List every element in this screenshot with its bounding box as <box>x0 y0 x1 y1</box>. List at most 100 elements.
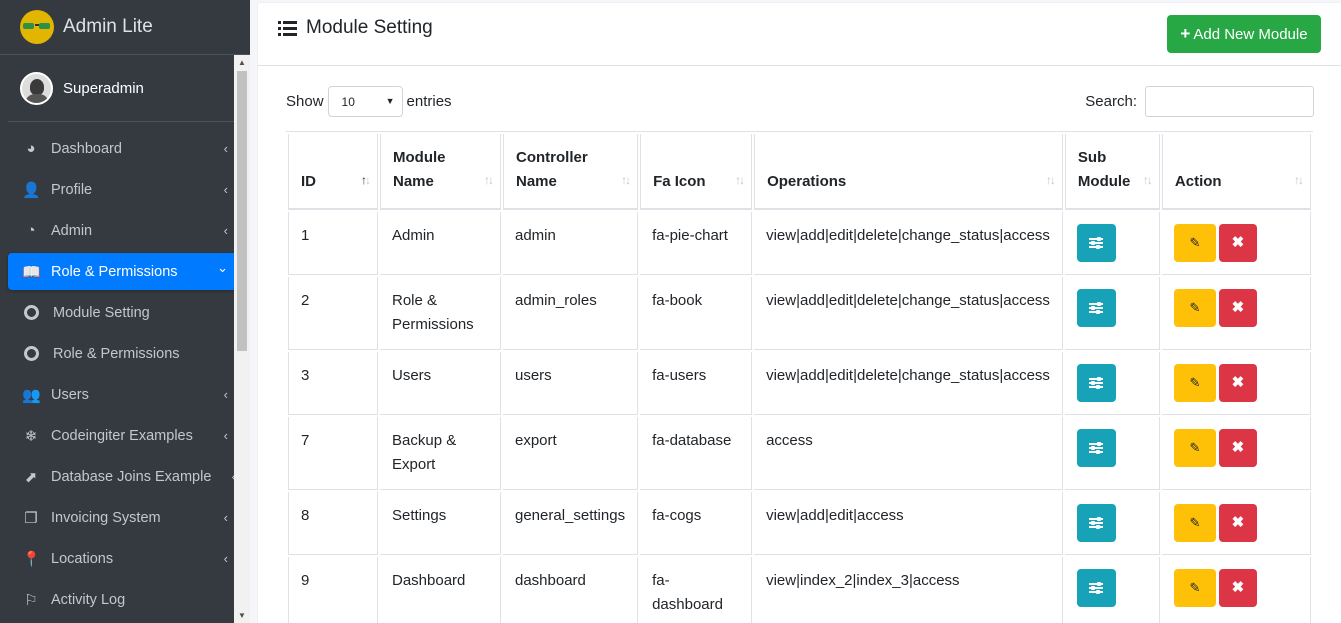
edit-icon: ✎ <box>1189 515 1201 530</box>
edit-button[interactable]: ✎ <box>1173 224 1216 262</box>
cell-sub-module <box>1064 417 1160 490</box>
sidebar-item-users[interactable]: 👥 Users ‹ <box>8 376 242 413</box>
edit-icon: ✎ <box>1189 235 1201 250</box>
cell-fa-icon: fa-dashboard <box>640 557 753 623</box>
delete-button[interactable]: ✖ <box>1218 224 1257 262</box>
sidebar-item-label: Users <box>51 386 89 403</box>
close-icon: ✖ <box>1231 234 1245 251</box>
brand-link[interactable]: Admin Lite <box>0 0 250 55</box>
sidebar-item-invoicing-system[interactable]: ❐ Invoicing System ‹ <box>8 499 242 536</box>
table-header-row: ID ↑↓ Module Name ↑↓ Controller Name ↑↓ Fa … <box>288 134 1311 210</box>
edit-button[interactable]: ✎ <box>1173 289 1216 327</box>
edit-icon: ✎ <box>1189 440 1201 455</box>
sub-module-button[interactable] <box>1076 364 1116 402</box>
map-pin-icon: 📍 <box>22 550 41 568</box>
edit-button[interactable]: ✎ <box>1173 504 1216 542</box>
brand-logo <box>20 10 54 44</box>
sidebar-item-dashboard[interactable]: ◕ Dashboard ‹ <box>8 130 242 167</box>
edit-button[interactable]: ✎ <box>1173 429 1216 467</box>
edit-button[interactable]: ✎ <box>1173 364 1216 402</box>
cell-module-name: Backup & Export <box>380 417 501 490</box>
sub-module-button[interactable] <box>1076 289 1116 327</box>
column-header-fa-icon[interactable]: Fa Icon ↑↓ <box>640 134 753 210</box>
sidebar-item-label: Locations <box>51 550 114 567</box>
cell-controller-name: general_settings <box>503 492 639 555</box>
chevron-left-icon: ‹ <box>223 223 228 238</box>
delete-button[interactable]: ✖ <box>1218 504 1257 542</box>
cell-action: ✎ ✖ <box>1162 557 1311 623</box>
table-controls: Show 10 ▼ entries Search: <box>286 86 1314 120</box>
sidebar-item-label: Activity Log <box>51 591 126 608</box>
column-header-sub-module[interactable]: Sub Module ↑↓ <box>1064 134 1160 210</box>
sidebar-scrollbar[interactable]: ▲ ▼ <box>234 55 250 623</box>
add-new-module-button[interactable]: + Add New Module <box>1167 15 1321 53</box>
pie-chart-icon: ◔ <box>26 222 36 239</box>
delete-button[interactable]: ✖ <box>1218 429 1257 467</box>
chevron-left-icon: ‹ <box>223 510 228 525</box>
sort-icon: ↑↓ <box>621 173 631 187</box>
tachometer-icon: ◕ <box>26 140 36 157</box>
sidebar-item-locations[interactable]: 📍 Locations ‹ <box>8 540 242 577</box>
column-header-operations[interactable]: Operations ↑↓ <box>754 134 1063 210</box>
sub-module-button[interactable] <box>1076 569 1116 607</box>
external-link-icon: ⬈ <box>24 468 38 486</box>
sliders-icon <box>1089 377 1104 389</box>
cell-action: ✎ ✖ <box>1161 492 1311 555</box>
edit-button[interactable]: ✎ <box>1173 569 1216 607</box>
sidebar: Admin Lite Superadmin ◕ Dashboard ‹ 👤 Pr… <box>0 0 250 623</box>
sort-asc-icon: ↑↓ <box>361 173 371 187</box>
cell-id: 2 <box>288 277 378 350</box>
delete-button[interactable]: ✖ <box>1218 289 1257 327</box>
sub-module-button[interactable] <box>1076 224 1116 262</box>
edit-icon: ✎ <box>1189 375 1201 390</box>
entries-value: 10 <box>341 94 355 109</box>
sidebar-item-admin[interactable]: ◔ Admin ‹ <box>8 212 242 249</box>
sliders-icon <box>1089 237 1104 249</box>
sidebar-item-label: Role & Permissions <box>53 345 180 362</box>
scroll-down-icon[interactable]: ▼ <box>238 611 246 620</box>
book-icon: 📖 <box>22 263 41 281</box>
user-icon: 👤 <box>22 181 41 199</box>
edit-icon: ✎ <box>1189 580 1201 595</box>
sub-module-button[interactable] <box>1076 504 1116 542</box>
sliders-icon <box>1089 302 1104 314</box>
show-label: Show <box>286 93 324 110</box>
search-input[interactable] <box>1145 86 1314 117</box>
sidebar-item-role-permissions[interactable]: 📖 Role & Permissions ⌄ <box>8 253 242 290</box>
cell-controller-name: users <box>503 352 639 415</box>
cell-controller-name: admin_roles <box>503 277 639 350</box>
table-row: 8 Settings general_settings fa-cogs view… <box>288 492 1311 555</box>
cell-action: ✎ ✖ <box>1161 352 1311 415</box>
scrollbar-thumb[interactable] <box>237 71 247 351</box>
table-row: 9 Dashboard dashboard fa-dashboard view|… <box>288 557 1311 623</box>
snowflake-icon: ❄ <box>24 427 38 445</box>
sidebar-subitem-module-setting[interactable]: Module Setting <box>8 294 242 331</box>
sub-module-button[interactable] <box>1076 429 1116 467</box>
sidebar-nav: ◕ Dashboard ‹ 👤 Profile ‹ ◔ Admin ‹ 📖 Ro… <box>0 130 250 618</box>
users-icon: 👥 <box>22 386 41 404</box>
entries-select[interactable]: 10 ▼ <box>327 86 403 117</box>
sidebar-item-label: Admin <box>51 222 93 239</box>
user-name: Superadmin <box>63 79 144 97</box>
column-header-action[interactable]: Action ↑↓ <box>1161 134 1311 210</box>
column-header-id[interactable]: ID ↑↓ <box>288 134 378 210</box>
column-header-module-name[interactable]: Module Name ↑↓ <box>380 134 501 210</box>
sidebar-item-activity-log[interactable]: ⚐ Activity Log <box>8 581 242 618</box>
sliders-icon <box>1089 442 1104 454</box>
chevron-left-icon: ‹ <box>223 182 228 197</box>
sidebar-subitem-role-permissions[interactable]: Role & Permissions <box>8 335 242 372</box>
close-icon: ✖ <box>1231 439 1245 456</box>
user-panel[interactable]: Superadmin <box>8 55 242 122</box>
delete-button[interactable]: ✖ <box>1218 364 1257 402</box>
sidebar-item-profile[interactable]: 👤 Profile ‹ <box>8 171 242 208</box>
table-row: 3 Users users fa-users view|add|edit|del… <box>288 352 1311 415</box>
list-icon <box>278 20 297 36</box>
sidebar-item-database-joins[interactable]: ⬈ Database Joins Example ‹ <box>8 458 242 495</box>
close-icon: ✖ <box>1231 374 1245 391</box>
module-setting-card: Module Setting + Add New Module Show 10 … <box>258 3 1341 623</box>
plus-icon: + <box>1180 24 1191 43</box>
delete-button[interactable]: ✖ <box>1218 569 1257 607</box>
sidebar-item-codeigniter-examples[interactable]: ❄ Codeingiter Examples ‹ <box>8 417 242 454</box>
column-header-controller-name[interactable]: Controller Name ↑↓ <box>503 134 639 210</box>
scroll-up-icon[interactable]: ▲ <box>238 58 246 67</box>
